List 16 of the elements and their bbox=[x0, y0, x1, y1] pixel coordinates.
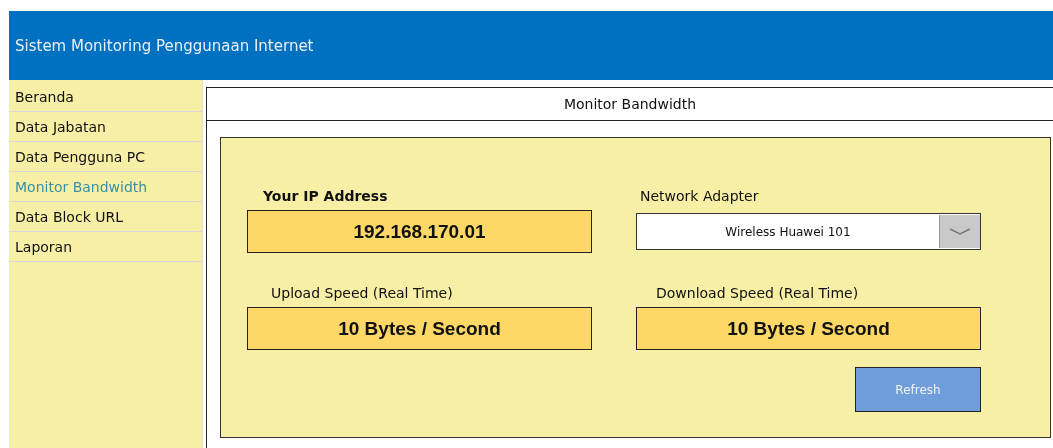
download-label: Download Speed (Real Time) bbox=[655, 285, 860, 303]
sidebar-item[interactable]: Data Block URL bbox=[9, 202, 202, 232]
sidebar-item[interactable]: Data Jabatan bbox=[9, 112, 202, 142]
chevron-down-icon bbox=[939, 215, 980, 248]
ip-label: Your IP Address bbox=[262, 188, 389, 206]
adapter-label: Network Adapter bbox=[639, 188, 760, 206]
app-title: Sistem Monitoring Penggunaan Internet bbox=[15, 36, 314, 55]
sidebar-item[interactable]: Laporan bbox=[9, 232, 202, 262]
download-value: 10 Bytes / Second bbox=[636, 307, 981, 350]
adapter-dropdown[interactable]: Wireless Huawei 101 bbox=[636, 213, 981, 250]
sidebar-item[interactable]: Data Pengguna PC bbox=[9, 142, 202, 172]
upload-value: 10 Bytes / Second bbox=[247, 307, 592, 350]
ip-value: 192.168.170.01 bbox=[247, 210, 592, 253]
panel-title: Monitor Bandwidth bbox=[207, 88, 1053, 121]
sidebar-item[interactable]: Beranda bbox=[9, 82, 202, 112]
upload-label: Upload Speed (Real Time) bbox=[270, 285, 454, 303]
